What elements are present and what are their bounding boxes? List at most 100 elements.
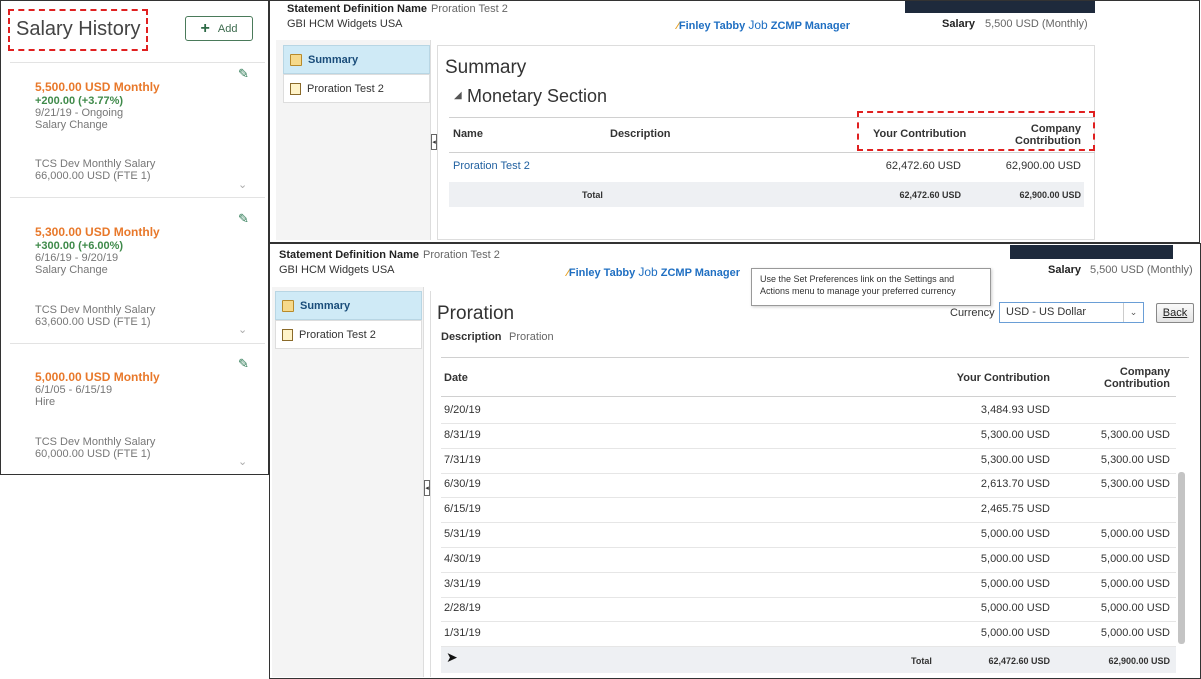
- chevron-down-icon[interactable]: ⌄: [1123, 303, 1143, 322]
- statement-definition-value: Proration Test 2: [423, 249, 500, 261]
- salary-plan: TCS Dev Monthly Salary: [35, 436, 156, 448]
- description-label: Description: [441, 331, 502, 343]
- chevron-down-icon[interactable]: ⌄: [238, 323, 247, 336]
- row-divider: [441, 621, 1176, 622]
- total-company: 62,900.00 USD: [1108, 656, 1170, 666]
- row-your-contribution: 3,484.93 USD: [980, 404, 1050, 416]
- row-date: 6/15/19: [444, 503, 481, 515]
- row-company-contribution: 5,300.00 USD: [1100, 454, 1170, 466]
- highlight-box: [857, 111, 1095, 151]
- document-icon: [282, 328, 293, 341]
- currency-label: Currency: [950, 307, 995, 319]
- row-date: 3/31/19: [444, 578, 481, 590]
- row-your-contribution: 5,000.00 USD: [980, 553, 1050, 565]
- row-your-contribution: 5,000.00 USD: [980, 627, 1050, 639]
- salary-history-title: Salary History: [16, 18, 141, 40]
- page-title: Summary: [445, 57, 527, 78]
- salary-label: Salary: [1048, 264, 1082, 276]
- nav-summary-label: Summary: [308, 53, 359, 66]
- row-divider: [441, 572, 1176, 573]
- col-description: Description: [610, 128, 671, 140]
- user-banner: ⁄Finley Tabby Job ZCMP Manager: [677, 18, 851, 32]
- salary-amount: 5,000.00 USD Monthly: [35, 370, 160, 384]
- row-date: 6/30/19: [444, 478, 481, 490]
- add-button[interactable]: + Add: [185, 16, 253, 41]
- row-company-contribution: 5,300.00 USD: [1100, 478, 1170, 490]
- salary-value: 5,500 USD (Monthly): [985, 18, 1088, 30]
- summary-icon: [282, 299, 294, 312]
- your-contribution-value: 62,472.60 USD: [885, 160, 961, 172]
- nav-summary[interactable]: Summary: [275, 291, 422, 320]
- add-label: Add: [217, 22, 238, 35]
- divider: [10, 343, 265, 344]
- row-company-contribution: 5,300.00 USD: [1100, 429, 1170, 441]
- row-date: 1/31/19: [444, 627, 481, 639]
- salary-plan: TCS Dev Monthly Salary: [35, 158, 156, 170]
- job-label: Job: [638, 265, 658, 279]
- salary-amount: 5,300.00 USD Monthly: [35, 225, 160, 239]
- divider: [10, 197, 265, 198]
- chevron-down-icon[interactable]: ⌄: [238, 455, 247, 468]
- row-your-contribution: 2,613.70 USD: [980, 478, 1050, 490]
- background-image: [1010, 245, 1173, 259]
- col-date: Date: [444, 372, 468, 384]
- user-banner: ⁄Finley Tabby Job ZCMP Manager: [567, 265, 741, 279]
- chevron-down-icon[interactable]: ⌄: [238, 178, 247, 191]
- nav-proration[interactable]: Proration Test 2: [283, 74, 430, 103]
- divider: [449, 152, 1095, 153]
- total-label: Total: [911, 656, 932, 666]
- row-date: 4/30/19: [444, 553, 481, 565]
- edit-icon[interactable]: ✎: [238, 356, 249, 372]
- job-title: ZCMP Manager: [770, 20, 851, 32]
- row-date: 8/31/19: [444, 429, 481, 441]
- row-your-contribution: 5,000.00 USD: [980, 578, 1050, 590]
- currency-tooltip: Use the Set Preferences link on the Sett…: [751, 268, 991, 306]
- salary-change: +200.00 (+3.77%): [35, 95, 124, 107]
- total-your: 62,472.60 USD: [899, 190, 961, 200]
- proration-link[interactable]: Proration Test 2: [453, 160, 530, 172]
- scrollbar[interactable]: [1178, 472, 1185, 644]
- total-company: 62,900.00 USD: [1019, 190, 1081, 200]
- row-divider: [441, 597, 1176, 598]
- salary-amount: 5,500.00 USD Monthly: [35, 80, 160, 94]
- total-label: Total: [582, 190, 603, 200]
- nav-proration-label: Proration Test 2: [299, 328, 376, 341]
- row-divider: [441, 473, 1176, 474]
- company-contribution-value: 62,900.00 USD: [1005, 160, 1081, 172]
- company-name: GBI HCM Widgets USA: [279, 264, 395, 276]
- col-company-l1: Company: [1119, 366, 1170, 378]
- nav-proration[interactable]: Proration Test 2: [275, 320, 422, 349]
- col-name: Name: [453, 128, 483, 140]
- row-your-contribution: 2,465.75 USD: [980, 503, 1050, 515]
- mouse-cursor-icon: ➤: [446, 649, 458, 665]
- salary-plan: TCS Dev Monthly Salary: [35, 304, 156, 316]
- collapse-triangle-icon[interactable]: ◢: [454, 90, 462, 101]
- row-divider: [441, 547, 1176, 548]
- page-title: Proration: [437, 303, 515, 324]
- row-your-contribution: 5,300.00 USD: [980, 429, 1050, 441]
- total-row: [449, 182, 1084, 207]
- row-company-contribution: 5,000.00 USD: [1100, 553, 1170, 565]
- total-row: [441, 647, 1176, 673]
- back-button[interactable]: Back: [1156, 303, 1194, 323]
- row-date: 5/31/19: [444, 528, 481, 540]
- row-company-contribution: 5,000.00 USD: [1100, 528, 1170, 540]
- salary-label: Salary: [942, 18, 976, 30]
- col-company-l2: Contribution: [1104, 378, 1170, 390]
- edit-icon[interactable]: ✎: [238, 66, 249, 82]
- salary-reason: Salary Change: [35, 264, 108, 276]
- row-your-contribution: 5,300.00 USD: [980, 454, 1050, 466]
- currency-select[interactable]: USD - US Dollar ⌄: [999, 302, 1144, 323]
- row-divider: [441, 423, 1176, 424]
- salary-value: 5,500 USD (Monthly): [1090, 264, 1193, 276]
- edit-icon[interactable]: ✎: [238, 211, 249, 227]
- job-title: ZCMP Manager: [660, 267, 741, 279]
- row-divider: [441, 497, 1176, 498]
- divider: [10, 62, 265, 63]
- salary-reason: Hire: [35, 396, 56, 408]
- salary-annual: 60,000.00 USD (FTE 1): [35, 448, 151, 460]
- row-your-contribution: 5,000.00 USD: [980, 528, 1050, 540]
- divider: [441, 357, 1189, 358]
- nav-summary[interactable]: Summary: [283, 45, 430, 74]
- salary-dates: 9/21/19 - Ongoing: [35, 107, 124, 119]
